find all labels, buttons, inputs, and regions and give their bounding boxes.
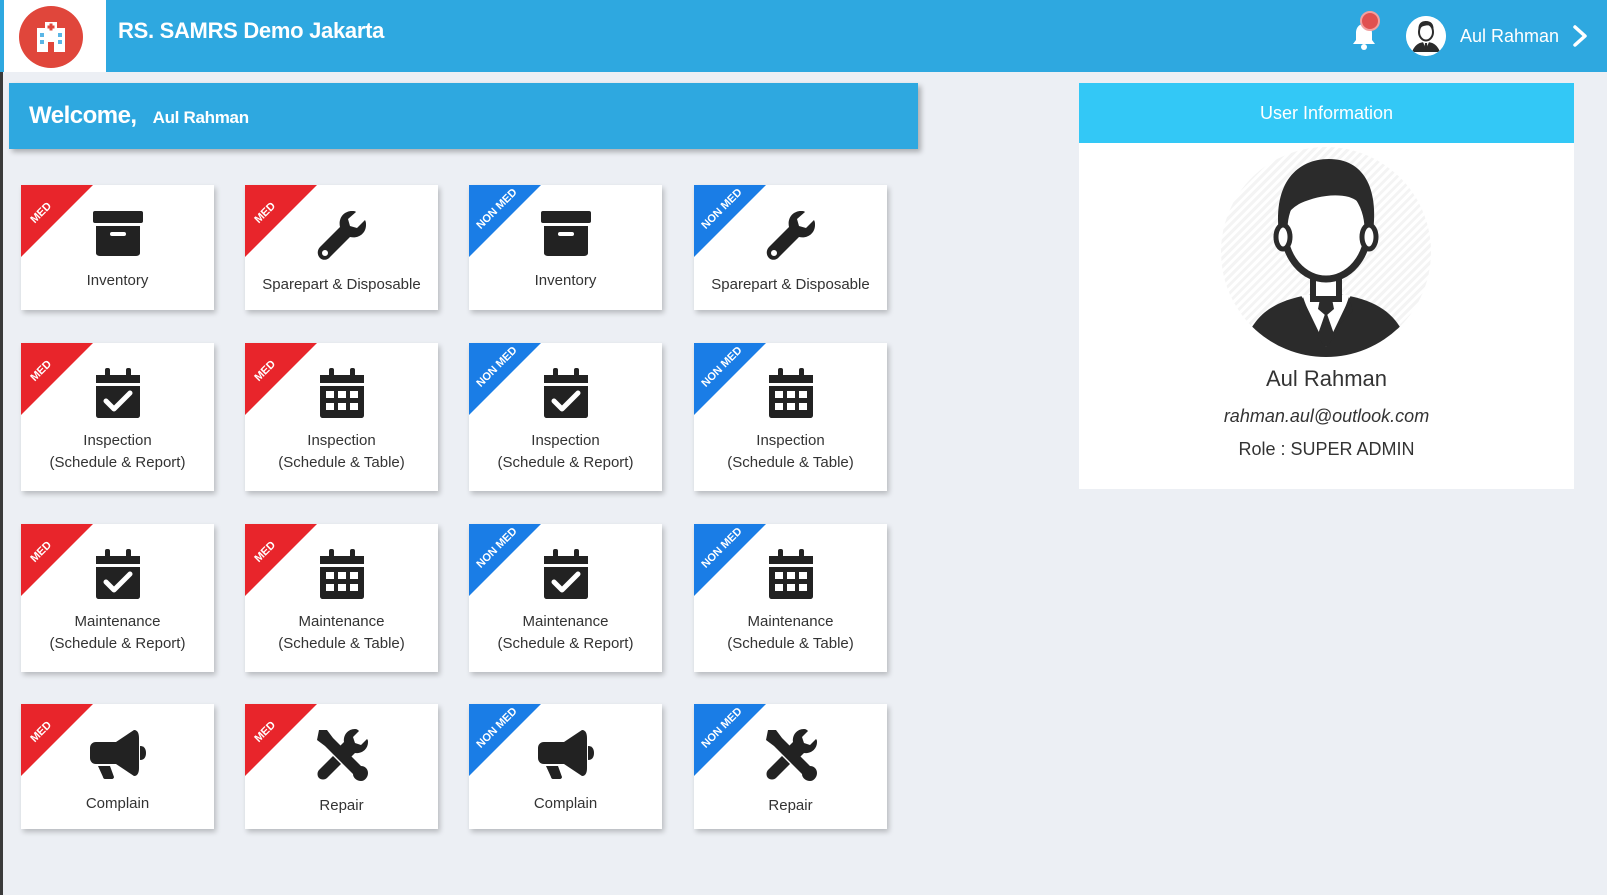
tile-label: Sparepart & Disposable xyxy=(262,276,421,293)
category-ribbon: NON MED xyxy=(469,343,545,419)
category-ribbon: NON MED xyxy=(469,704,545,780)
menu-tile-inspection-nonmed[interactable]: NON MED Inspection (Schedule & Report) xyxy=(469,343,662,491)
tile-label: Repair xyxy=(768,797,813,814)
notification-badge xyxy=(1360,11,1380,31)
app-title: RS. SAMRS Demo Jakarta xyxy=(118,18,385,43)
category-ribbon: MED xyxy=(245,343,321,419)
tile-sublabel: (Schedule & Report) xyxy=(49,635,186,652)
tile-label: Inspection xyxy=(307,432,376,449)
role-value: SUPER ADMIN xyxy=(1290,439,1415,459)
tile-sublabel: (Schedule & Report) xyxy=(497,454,634,471)
user-avatar-icon xyxy=(1241,159,1411,357)
welcome-user-name: Aul Rahman xyxy=(152,108,249,127)
tile-sublabel: (Schedule & Table) xyxy=(727,635,854,652)
tile-sublabel: (Schedule & Report) xyxy=(497,635,634,652)
category-ribbon: NON MED xyxy=(694,704,770,780)
tile-label: Sparepart & Disposable xyxy=(711,276,870,293)
tile-label: Complain xyxy=(533,795,598,812)
chevron-right-icon[interactable] xyxy=(1571,24,1589,48)
user-information-header: User Information xyxy=(1079,83,1574,143)
category-ribbon: NON MED xyxy=(469,524,545,600)
menu-tile-complain-med[interactable]: MED Complain xyxy=(21,704,214,829)
tile-label: Repair xyxy=(319,797,364,814)
user-information-panel: User Information Aul Rahman rahman.aul@o… xyxy=(1079,83,1574,489)
category-ribbon: NON MED xyxy=(694,524,770,600)
profile-name: Aul Rahman xyxy=(1265,366,1388,391)
menu-tile-maintenance-nonmed[interactable]: NON MED Maintenance (Schedule & Table) xyxy=(694,524,887,672)
top-user-name: Aul Rahman xyxy=(1460,25,1560,46)
category-ribbon: MED xyxy=(21,343,97,419)
menu-tile-maintenance-nonmed[interactable]: NON MED Maintenance (Schedule & Report) xyxy=(469,524,662,672)
welcome-greeting: Welcome, xyxy=(29,102,137,129)
category-ribbon: NON MED xyxy=(694,343,770,419)
profile-avatar xyxy=(1221,147,1431,357)
hospital-logo xyxy=(19,6,83,68)
menu-tile-complain-nonmed[interactable]: NON MED Complain xyxy=(469,704,662,829)
logo-container[interactable] xyxy=(4,0,106,72)
category-ribbon: NON MED xyxy=(469,185,545,261)
tile-label: Maintenance xyxy=(747,613,834,630)
category-ribbon: MED xyxy=(245,704,321,780)
menu-tile-inventory-nonmed[interactable]: NON MED Inventory xyxy=(469,185,662,310)
profile-email: rahman.aul@outlook.com xyxy=(1223,406,1430,426)
menu-tile-inspection-med[interactable]: MED Inspection (Schedule & Table) xyxy=(245,343,438,491)
menu-tile-inspection-med[interactable]: MED Inspection (Schedule & Report) xyxy=(21,343,214,491)
menu-tile-maintenance-med[interactable]: MED Maintenance (Schedule & Report) xyxy=(21,524,214,672)
tile-label: Inspection xyxy=(531,432,600,449)
tile-label: Complain xyxy=(85,795,150,812)
tile-label: Inventory xyxy=(534,272,597,289)
tile-label: Inspection xyxy=(756,432,825,449)
avatar xyxy=(1406,16,1446,56)
profile-role: Role : SUPER ADMIN xyxy=(1079,439,1574,460)
menu-tile-repair-med[interactable]: MED Repair xyxy=(245,704,438,829)
category-ribbon: MED xyxy=(21,524,97,600)
user-menu[interactable]: Aul Rahman xyxy=(1406,16,1589,56)
tile-sublabel: (Schedule & Table) xyxy=(727,454,854,471)
tile-label: Maintenance xyxy=(522,613,609,630)
menu-tile-repair-nonmed[interactable]: NON MED Repair xyxy=(694,704,887,829)
category-ribbon: MED xyxy=(245,185,321,261)
tile-label: Maintenance xyxy=(298,613,385,630)
menu-tile-inventory-med[interactable]: MED Inventory xyxy=(21,185,214,310)
tile-label: Inventory xyxy=(86,272,149,289)
tile-label: Maintenance xyxy=(74,613,161,630)
welcome-banner: Welcome, Aul Rahman xyxy=(9,83,918,149)
category-ribbon: NON MED xyxy=(694,185,770,261)
menu-tile-sparepart-nonmed[interactable]: NON MED Sparepart & Disposable xyxy=(694,185,887,310)
tile-sublabel: (Schedule & Table) xyxy=(278,635,405,652)
menu-tile-maintenance-med[interactable]: MED Maintenance (Schedule & Table) xyxy=(245,524,438,672)
tile-label: Inspection xyxy=(83,432,152,449)
category-ribbon: MED xyxy=(245,524,321,600)
hospital-icon xyxy=(37,22,65,52)
tile-sublabel: (Schedule & Report) xyxy=(49,454,186,471)
user-avatar-icon xyxy=(1406,16,1446,56)
menu-tile-inspection-nonmed[interactable]: NON MED Inspection (Schedule & Table) xyxy=(694,343,887,491)
role-label: Role : xyxy=(1238,439,1291,459)
menu-tile-sparepart-med[interactable]: MED Sparepart & Disposable xyxy=(245,185,438,310)
left-edge-strip xyxy=(0,72,3,895)
category-ribbon: MED xyxy=(21,185,97,261)
tile-sublabel: (Schedule & Table) xyxy=(278,454,405,471)
category-ribbon: MED xyxy=(21,704,97,780)
